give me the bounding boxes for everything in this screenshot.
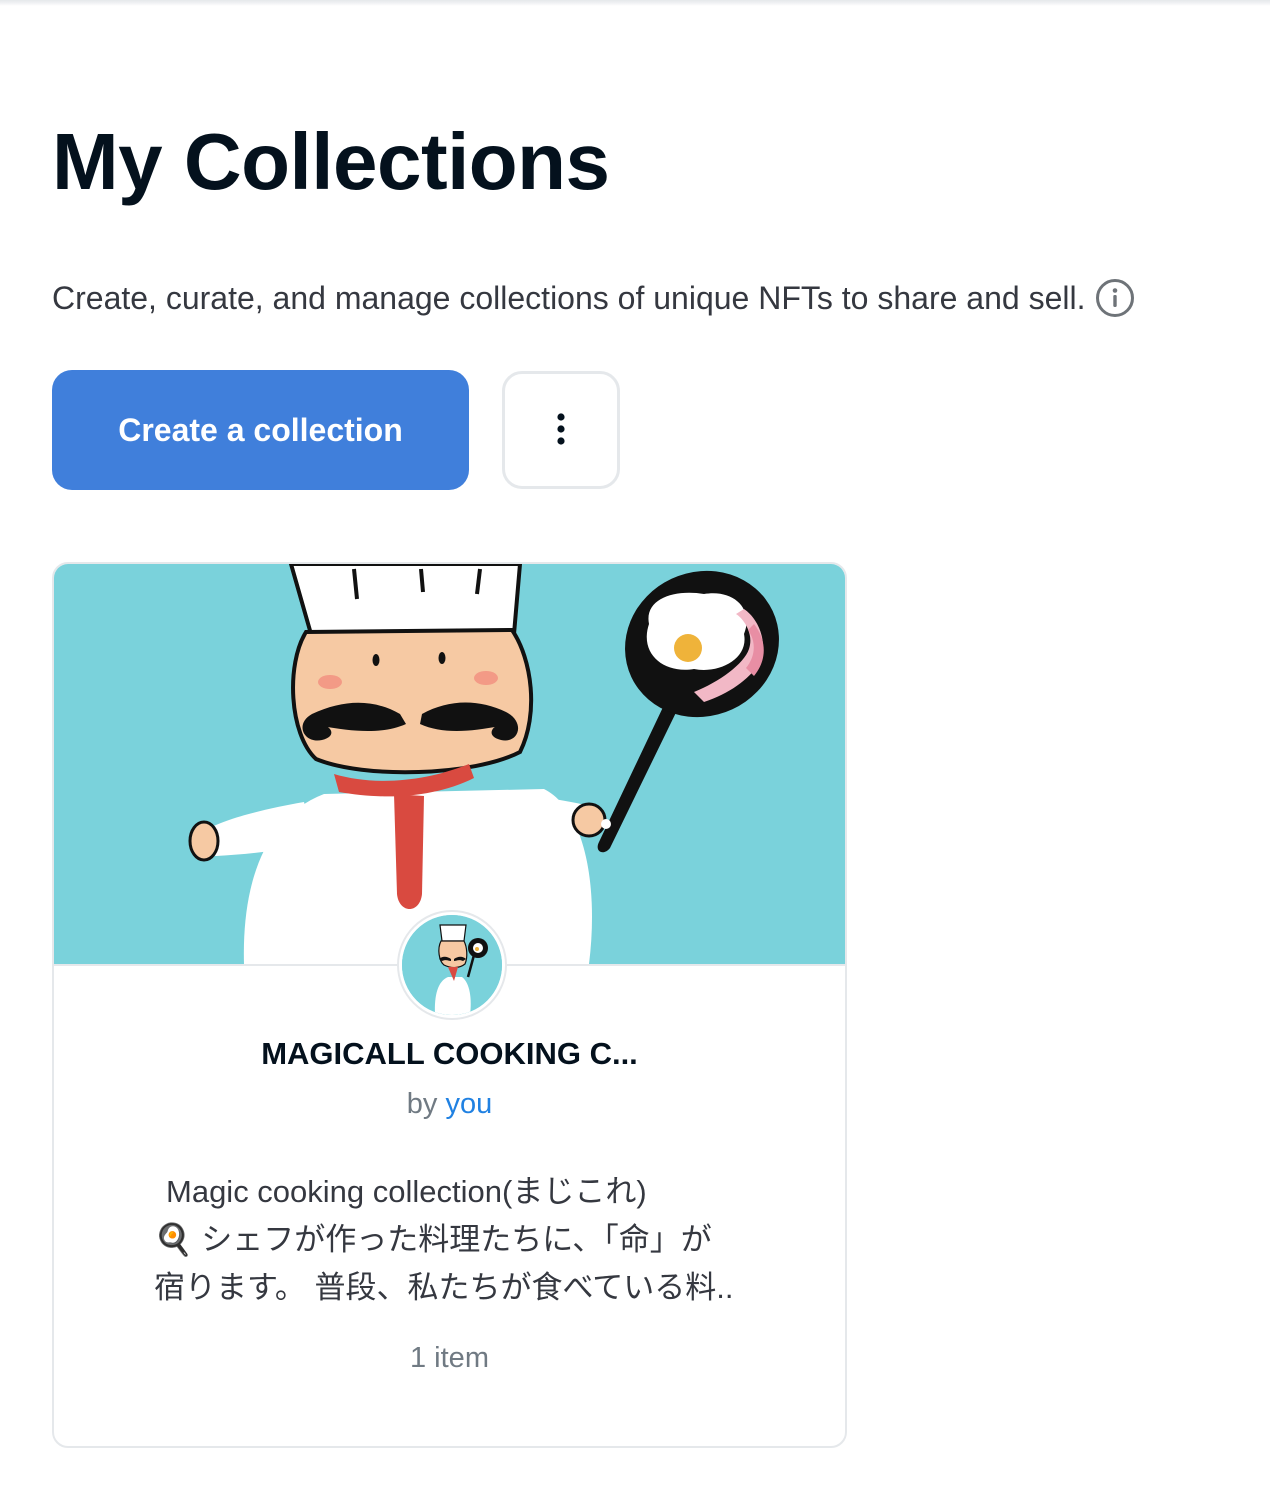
collection-description: Magic cooking collection(まじこれ) 🍳 シェフが作った… — [154, 1168, 754, 1312]
vertical-ellipsis-icon — [555, 411, 567, 450]
byline-prefix: by — [406, 1088, 438, 1120]
top-bar-shadow — [0, 0, 1270, 6]
subtitle-row: Create, curate, and manage collections o… — [52, 276, 1135, 320]
more-options-button[interactable] — [502, 371, 620, 489]
collection-card[interactable]: MAGICALL COOKING C... by you Magic cooki… — [52, 562, 847, 1448]
page-subtitle: Create, curate, and manage collections o… — [52, 280, 1086, 316]
collection-avatar — [399, 912, 505, 1018]
page-title: My Collections — [52, 117, 610, 206]
description-line: 🍳 シェフが作った料理たちに、「命」が — [154, 1222, 712, 1257]
item-count: 1 item — [410, 1342, 489, 1374]
info-icon[interactable] — [1095, 278, 1135, 318]
collection-banner-image — [54, 564, 845, 966]
description-line: Magic cooking collection(まじこれ) — [166, 1174, 647, 1209]
collection-byline: by you — [54, 1088, 845, 1121]
description-line: 宿ります。 普段、私たちが食べている料.. — [154, 1270, 734, 1305]
owner-link[interactable]: you — [445, 1088, 492, 1120]
create-collection-button[interactable]: Create a collection — [52, 370, 469, 490]
collection-name: MAGICALL COOKING C... — [261, 1036, 638, 1071]
